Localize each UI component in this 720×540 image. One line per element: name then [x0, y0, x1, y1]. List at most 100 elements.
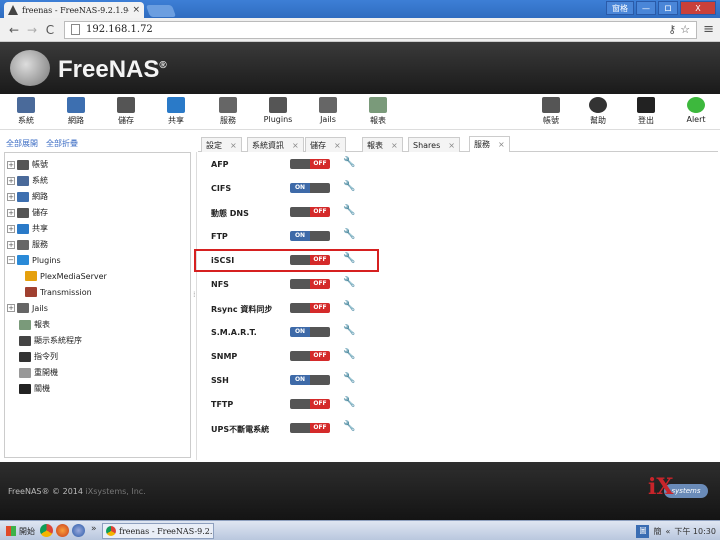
toolbar-button-7[interactable]: 報表 — [358, 97, 398, 126]
sidebar-item[interactable]: + 儲存 — [7, 207, 48, 218]
tab-close-icon[interactable]: × — [498, 140, 505, 149]
company-link[interactable]: iXsystems, Inc. — [86, 487, 146, 496]
reload-icon[interactable]: C — [42, 23, 58, 37]
sidebar-item[interactable]: 指令列 — [19, 351, 58, 362]
service-toggle[interactable]: OFF — [290, 399, 330, 409]
tab-close-icon[interactable]: × — [448, 141, 455, 150]
bookmark-star-icon[interactable]: ☆ — [680, 23, 690, 36]
expand-toggle-icon[interactable]: + — [7, 304, 15, 312]
tray-icon-1[interactable]: 圖 — [636, 524, 650, 538]
chrome-quicklaunch-icon[interactable] — [40, 524, 53, 537]
sidebar-item[interactable]: + 帳號 — [7, 159, 48, 170]
sidebar-item[interactable]: 關機 — [19, 383, 50, 394]
address-bar[interactable]: 192.168.1.72 ⚷ ☆ — [64, 20, 698, 39]
toolbar-right-label: 幫助 — [590, 116, 606, 125]
wrench-icon[interactable]: 🔧 — [343, 373, 355, 384]
taskbar-window-button[interactable]: freenas - FreeNAS-9.2.1.9... — [102, 523, 214, 539]
expand-toggle-icon[interactable]: − — [7, 256, 15, 264]
sidebar-item[interactable]: + 系統 — [7, 175, 48, 186]
wrench-icon[interactable]: 🔧 — [343, 277, 355, 288]
firefox-quicklaunch-icon[interactable] — [56, 524, 69, 537]
key-icon[interactable]: ⚷ — [668, 23, 676, 36]
service-toggle[interactable]: OFF — [290, 207, 330, 217]
service-toggle[interactable]: OFF — [290, 423, 330, 433]
tab-close-icon[interactable]: × — [391, 141, 398, 150]
minimize-button[interactable]: — — [636, 1, 656, 15]
toolbar-button-1[interactable]: 網路 — [56, 97, 96, 126]
ime-button[interactable]: 窗格 — [606, 1, 634, 15]
toolbar-button-3[interactable]: 共享 — [156, 97, 196, 126]
toolbar-right-button-3[interactable]: Alert — [676, 97, 716, 124]
toolbar-right-button-2[interactable]: 登出 — [626, 97, 666, 126]
tab-1[interactable]: 系統資訊 × — [247, 137, 304, 152]
toolbar-right-button-0[interactable]: 帳號 — [531, 97, 571, 126]
taskbar-chevron[interactable]: » — [91, 524, 97, 534]
sidebar-item[interactable]: + 共享 — [7, 223, 48, 234]
expand-toggle-icon[interactable]: + — [7, 240, 15, 249]
tray-icon-2[interactable]: 簡 — [653, 526, 661, 537]
tray-expand-icon[interactable]: « — [665, 527, 670, 536]
tab-close-icon[interactable]: × — [230, 141, 237, 150]
browser-menu-icon[interactable]: ≡ — [703, 22, 714, 37]
service-toggle[interactable]: OFF — [290, 351, 330, 361]
new-tab-button[interactable] — [145, 5, 177, 17]
service-toggle[interactable]: OFF — [290, 279, 330, 289]
service-toggle[interactable]: OFF — [290, 159, 330, 169]
toolbar-right-button-1[interactable]: 幫助 — [578, 97, 618, 126]
wrench-icon[interactable]: 🔧 — [343, 229, 355, 240]
tab-close-icon[interactable]: × — [334, 141, 341, 150]
expand-toggle-icon[interactable]: + — [7, 192, 15, 201]
service-toggle[interactable]: ON — [290, 231, 330, 241]
wrench-icon[interactable]: 🔧 — [343, 397, 355, 408]
service-toggle[interactable]: OFF — [290, 303, 330, 313]
expand-toggle-icon[interactable]: + — [7, 224, 15, 233]
url-text[interactable]: 192.168.1.72 — [86, 24, 664, 35]
clock[interactable]: 下午 10:30 — [674, 526, 716, 537]
wrench-icon[interactable]: 🔧 — [343, 301, 355, 312]
sidebar-item-icon — [25, 271, 37, 281]
wrench-icon[interactable]: 🔧 — [343, 325, 355, 336]
service-toggle[interactable]: ON — [290, 183, 330, 193]
sidebar-item[interactable]: + 網路 — [7, 191, 48, 202]
tab-4[interactable]: Shares × — [408, 137, 460, 152]
toolbar-button-5[interactable]: Plugins — [258, 97, 298, 124]
tab-close-icon[interactable]: × — [132, 5, 140, 15]
wrench-icon[interactable]: 🔧 — [343, 157, 355, 168]
sidebar-item[interactable]: 顯示系統程序 — [19, 335, 82, 346]
expand-all-link[interactable]: 全部展開 — [6, 138, 38, 149]
tab-0[interactable]: 設定 × — [201, 137, 242, 152]
wrench-icon[interactable]: 🔧 — [343, 349, 355, 360]
toolbar-button-4[interactable]: 服務 — [208, 97, 248, 126]
maximize-button[interactable]: ロ — [658, 1, 678, 15]
sidebar-item[interactable]: − Plugins — [7, 255, 61, 265]
expand-toggle-icon[interactable]: + — [7, 208, 15, 217]
tab-5[interactable]: 服務 × — [469, 136, 510, 152]
service-toggle[interactable]: ON — [290, 375, 330, 385]
service-toggle[interactable]: ON — [290, 327, 330, 337]
forward-arrow-icon[interactable]: → — [24, 23, 40, 37]
toolbar-button-0[interactable]: 系統 — [6, 97, 46, 126]
sidebar-item[interactable]: + Jails — [7, 303, 48, 313]
browser-tab[interactable]: freenas - FreeNAS-9.2.1.9-RE × — [4, 2, 144, 18]
tab-close-icon[interactable]: × — [292, 141, 299, 150]
sidebar-item[interactable]: Transmission — [25, 287, 92, 297]
wrench-icon[interactable]: 🔧 — [343, 181, 355, 192]
wrench-icon[interactable]: 🔧 — [343, 205, 355, 216]
expand-toggle-icon[interactable]: + — [7, 176, 15, 185]
collapse-all-link[interactable]: 全部折疊 — [46, 138, 78, 149]
browser-quicklaunch-icon[interactable] — [72, 524, 85, 537]
close-window-button[interactable]: X — [680, 1, 716, 15]
sidebar-item[interactable]: 重開機 — [19, 367, 58, 378]
sidebar-item[interactable]: 報表 — [19, 319, 50, 330]
tab-3[interactable]: 報表 × — [362, 137, 403, 152]
wrench-icon[interactable]: 🔧 — [343, 421, 355, 432]
sidebar-item-icon — [17, 207, 29, 218]
tab-2[interactable]: 儲存 × — [305, 137, 346, 152]
expand-toggle-icon[interactable]: + — [7, 160, 15, 169]
toolbar-button-6[interactable]: Jails — [308, 97, 348, 124]
sidebar-item[interactable]: PlexMediaServer — [25, 271, 107, 281]
back-arrow-icon[interactable]: ← — [6, 23, 22, 37]
toolbar-button-2[interactable]: 儲存 — [106, 97, 146, 126]
start-button[interactable]: 開始 — [2, 523, 39, 539]
sidebar-item[interactable]: + 服務 — [7, 239, 48, 250]
